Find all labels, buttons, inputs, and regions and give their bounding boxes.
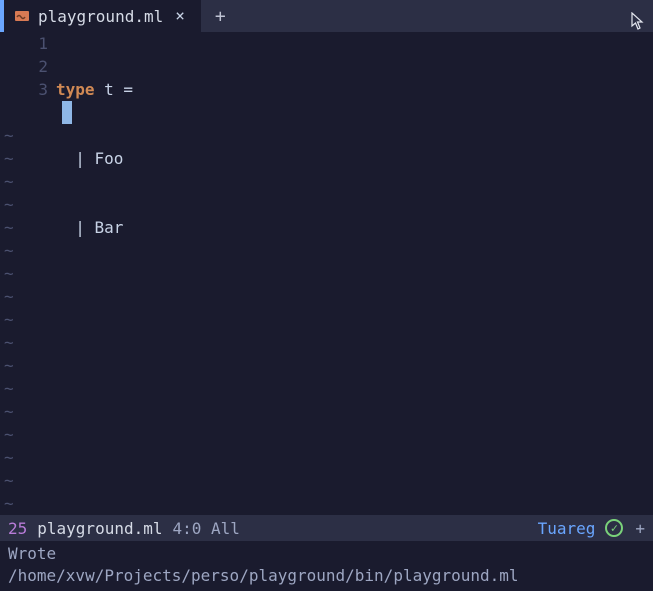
- code-text: | Foo: [56, 149, 123, 168]
- tabbar-spacer: [240, 0, 653, 32]
- editor-window: playground.ml × + 1 2 3 ~ ~ ~ ~ ~ ~ ~ ~ …: [0, 0, 653, 591]
- line-number: 3: [0, 78, 48, 101]
- modeline: 25 playground.ml 4:0 All Tuareg ✓ +: [0, 515, 653, 541]
- empty-line-marker: ~: [0, 147, 48, 170]
- ocaml-file-icon: [14, 8, 30, 24]
- code-line: | Foo: [56, 147, 653, 170]
- empty-line-marker: ~: [0, 193, 48, 216]
- code-text: | Bar: [56, 218, 123, 237]
- line-number: 2: [0, 55, 48, 78]
- empty-line-marker: ~: [0, 285, 48, 308]
- empty-line-marker: ~: [0, 124, 48, 147]
- minibuffer-line: /home/xvw/Projects/perso/playground/bin/…: [8, 565, 645, 587]
- vc-diff-count: 25: [4, 519, 27, 538]
- empty-line-marker: ~: [0, 469, 48, 492]
- keyword: type: [56, 80, 95, 99]
- empty-line-marker: ~: [0, 492, 48, 515]
- code-line: | Bar: [56, 216, 653, 239]
- text-cursor: [62, 101, 72, 124]
- empty-line-marker: ~: [0, 446, 48, 469]
- code-editor[interactable]: 1 2 3 ~ ~ ~ ~ ~ ~ ~ ~ ~ ~ ~ ~ ~ ~ ~ ~ ~ …: [0, 32, 653, 515]
- empty-line-marker: ~: [0, 308, 48, 331]
- tab-playground[interactable]: playground.ml ×: [4, 0, 201, 32]
- line-number: 1: [0, 32, 48, 55]
- tab-label: playground.ml: [38, 7, 163, 26]
- modeline-position: 4:0 All: [173, 519, 240, 538]
- minibuffer: Wrote /home/xvw/Projects/perso/playgroun…: [0, 541, 653, 591]
- empty-line-marker: ~: [0, 354, 48, 377]
- modeline-major-mode[interactable]: Tuareg: [538, 519, 596, 538]
- code-text: t =: [95, 80, 134, 99]
- empty-line-marker: ~: [0, 239, 48, 262]
- empty-line-marker: ~: [0, 170, 48, 193]
- tab-bar: playground.ml × +: [0, 0, 653, 32]
- code-content[interactable]: type t = | Foo | Bar: [56, 32, 653, 515]
- code-line: type t =: [56, 78, 653, 101]
- tab-add-button[interactable]: +: [201, 0, 240, 32]
- empty-line-marker: ~: [0, 423, 48, 446]
- empty-line-marker: ~: [0, 216, 48, 239]
- line-number-gutter: 1 2 3 ~ ~ ~ ~ ~ ~ ~ ~ ~ ~ ~ ~ ~ ~ ~ ~ ~: [0, 32, 56, 515]
- tab-close-icon[interactable]: ×: [171, 8, 189, 24]
- minibuffer-line: Wrote: [8, 543, 645, 565]
- modeline-extra: +: [633, 519, 645, 538]
- empty-line-marker: ~: [0, 331, 48, 354]
- flycheck-ok-icon[interactable]: ✓: [605, 519, 623, 537]
- modeline-filename: playground.ml: [37, 519, 162, 538]
- empty-line-marker: ~: [0, 400, 48, 423]
- empty-line-marker: ~: [0, 377, 48, 400]
- empty-line-marker: ~: [0, 262, 48, 285]
- line-number: [0, 101, 48, 124]
